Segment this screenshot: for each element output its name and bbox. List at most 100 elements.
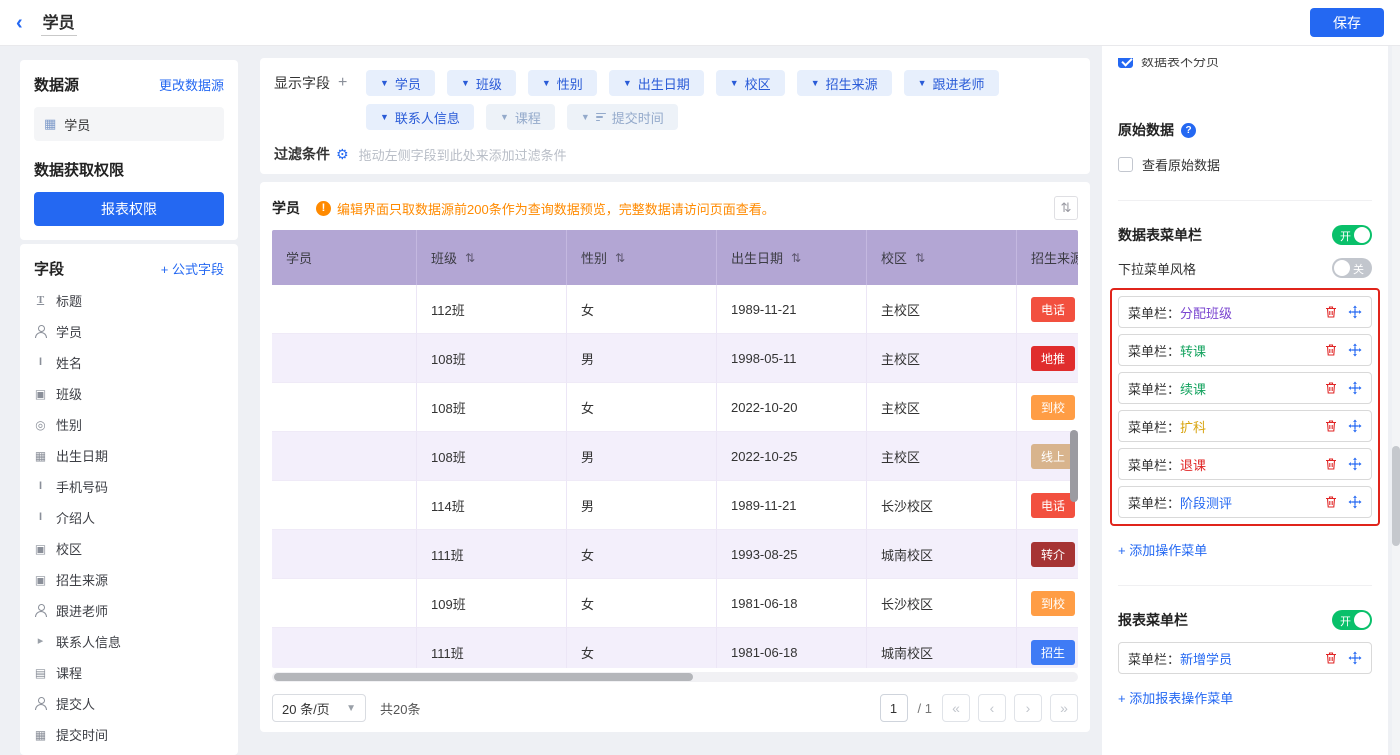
field-item[interactable]: 提交人 <box>34 688 224 719</box>
table-row: 108班 男 1998-05-11 主校区 地推 <box>272 334 1078 383</box>
cell-campus: 城南校区 <box>867 628 1017 668</box>
column-header[interactable]: 性别⇅ <box>567 230 717 285</box>
gear-icon[interactable]: ⚙ <box>336 146 349 163</box>
column-sort-icon[interactable]: ⇅ <box>915 251 925 265</box>
field-item[interactable]: 标题 <box>34 285 224 316</box>
field-chip[interactable]: ▼提交时间 <box>567 104 678 130</box>
menu-item-row[interactable]: 菜单栏： 新增学员 <box>1118 642 1372 674</box>
add-field-icon[interactable]: + <box>338 74 347 92</box>
field-item[interactable]: 提交时间 <box>34 719 224 750</box>
delete-icon[interactable] <box>1324 305 1338 319</box>
page-title[interactable]: 学员 <box>41 9 77 36</box>
field-item[interactable]: 校区 <box>34 533 224 564</box>
add-menu-link[interactable]: + 添加操作菜单 <box>1118 540 1207 559</box>
menu-item-row[interactable]: 菜单栏： 分配班级 <box>1118 296 1372 328</box>
field-item[interactable]: 跟进老师 <box>34 595 224 626</box>
move-icon[interactable] <box>1348 381 1362 395</box>
warning-icon: ! <box>316 201 331 216</box>
vertical-scrollbar[interactable] <box>1070 430 1078 502</box>
view-raw-data-checkbox-row[interactable]: 查看原始数据 <box>1118 155 1372 174</box>
first-page-button[interactable]: « <box>942 694 970 722</box>
field-item[interactable]: 学员 <box>34 316 224 347</box>
menu-item-row[interactable]: 菜单栏： 扩科 <box>1118 410 1372 442</box>
field-item[interactable]: 介绍人 <box>34 502 224 533</box>
table-title: 学员 <box>272 198 300 218</box>
column-header[interactable]: 招生来源 <box>1017 230 1078 285</box>
chevron-down-icon: ▼ <box>380 113 389 122</box>
field-chip[interactable]: ▼出生日期 <box>609 70 704 96</box>
field-chip[interactable]: ▼学员 <box>366 70 435 96</box>
page-size-select[interactable]: 20 条/页 ▼ <box>272 694 366 722</box>
horizontal-scrollbar-thumb[interactable] <box>274 673 693 681</box>
table-icon: ▦ <box>44 116 56 132</box>
delete-icon[interactable] <box>1324 495 1338 509</box>
table-menu-toggle[interactable]: 开 <box>1332 225 1372 245</box>
field-item[interactable]: 手机号码 <box>34 471 224 502</box>
column-header[interactable]: 学员 <box>272 230 417 285</box>
report-permission-button[interactable]: 报表权限 <box>34 192 224 226</box>
move-icon[interactable] <box>1348 419 1362 433</box>
current-page-box[interactable]: 1 <box>880 694 908 722</box>
field-item[interactable]: 联系人信息 <box>34 626 224 657</box>
datasource-item[interactable]: ▦ 学员 <box>34 107 224 141</box>
checkbox-icon[interactable] <box>1118 157 1133 172</box>
field-item[interactable]: 性别 <box>34 409 224 440</box>
field-item[interactable]: 出生日期 <box>34 440 224 471</box>
report-menu-toggle[interactable]: 开 <box>1332 610 1372 630</box>
menu-item-row[interactable]: 菜单栏： 续课 <box>1118 372 1372 404</box>
column-header[interactable]: 出生日期⇅ <box>717 230 867 285</box>
delete-icon[interactable] <box>1324 457 1338 471</box>
menu-item-row[interactable]: 菜单栏： 退课 <box>1118 448 1372 480</box>
field-item[interactable]: 招生来源 <box>34 564 224 595</box>
field-chip[interactable]: ▼性别 <box>528 70 597 96</box>
window-scrollbar-thumb[interactable] <box>1392 446 1400 546</box>
column-sort-icon[interactable]: ⇅ <box>615 251 625 265</box>
field-item[interactable]: 班级 <box>34 378 224 409</box>
formula-field-link[interactable]: + 公式字段 <box>161 259 224 278</box>
cell-gender: 女 <box>567 628 717 668</box>
field-chip[interactable]: ▼联系人信息 <box>366 104 474 130</box>
prev-page-button[interactable]: ‹ <box>978 694 1006 722</box>
change-datasource-link[interactable]: 更改数据源 <box>159 75 224 94</box>
help-icon[interactable]: ? <box>1181 123 1196 138</box>
field-chip[interactable]: ▼校区 <box>716 70 785 96</box>
cell-source: 电话 <box>1017 285 1078 334</box>
field-chip[interactable]: ▼课程 <box>486 104 555 130</box>
back-icon[interactable]: ‹ <box>16 13 23 33</box>
cell-class: 114班 <box>417 481 567 530</box>
move-icon[interactable] <box>1348 495 1362 509</box>
save-button[interactable]: 保存 <box>1310 8 1384 37</box>
cell-birthday: 2022-10-20 <box>717 383 867 432</box>
add-report-menu-link[interactable]: + 添加报表操作菜单 <box>1118 688 1233 707</box>
delete-icon[interactable] <box>1324 419 1338 433</box>
cell-student <box>272 530 417 579</box>
menu-item-row[interactable]: 菜单栏： 阶段测评 <box>1118 486 1372 518</box>
column-header[interactable]: 校区⇅ <box>867 230 1017 285</box>
move-icon[interactable] <box>1348 343 1362 357</box>
checkbox-checked-icon[interactable] <box>1118 58 1133 68</box>
next-page-button[interactable]: › <box>1014 694 1042 722</box>
field-item[interactable]: 姓名 <box>34 347 224 378</box>
move-icon[interactable] <box>1348 305 1362 319</box>
menu-item-row[interactable]: 菜单栏： 转课 <box>1118 334 1372 366</box>
field-chip[interactable]: ▼招生来源 <box>797 70 892 96</box>
dropdown-style-toggle[interactable]: 关 <box>1332 258 1372 278</box>
filter-placeholder: 拖动左侧字段到此处来添加过滤条件 <box>359 145 567 164</box>
cell-gender: 男 <box>567 432 717 481</box>
sort-settings-icon[interactable]: ⇅ <box>1054 196 1078 220</box>
delete-icon[interactable] <box>1324 651 1338 665</box>
column-sort-icon[interactable]: ⇅ <box>465 251 475 265</box>
move-icon[interactable] <box>1348 651 1362 665</box>
column-header[interactable]: 班级⇅ <box>417 230 567 285</box>
horizontal-scrollbar[interactable] <box>272 672 1078 682</box>
field-chip[interactable]: ▼班级 <box>447 70 516 96</box>
column-sort-icon[interactable]: ⇅ <box>791 251 801 265</box>
field-chip[interactable]: ▼跟进老师 <box>904 70 999 96</box>
toggle-knob <box>1354 227 1370 243</box>
window-scrollbar[interactable] <box>1392 46 1400 755</box>
move-icon[interactable] <box>1348 457 1362 471</box>
delete-icon[interactable] <box>1324 381 1338 395</box>
field-item[interactable]: 课程 <box>34 657 224 688</box>
delete-icon[interactable] <box>1324 343 1338 357</box>
last-page-button[interactable]: » <box>1050 694 1078 722</box>
